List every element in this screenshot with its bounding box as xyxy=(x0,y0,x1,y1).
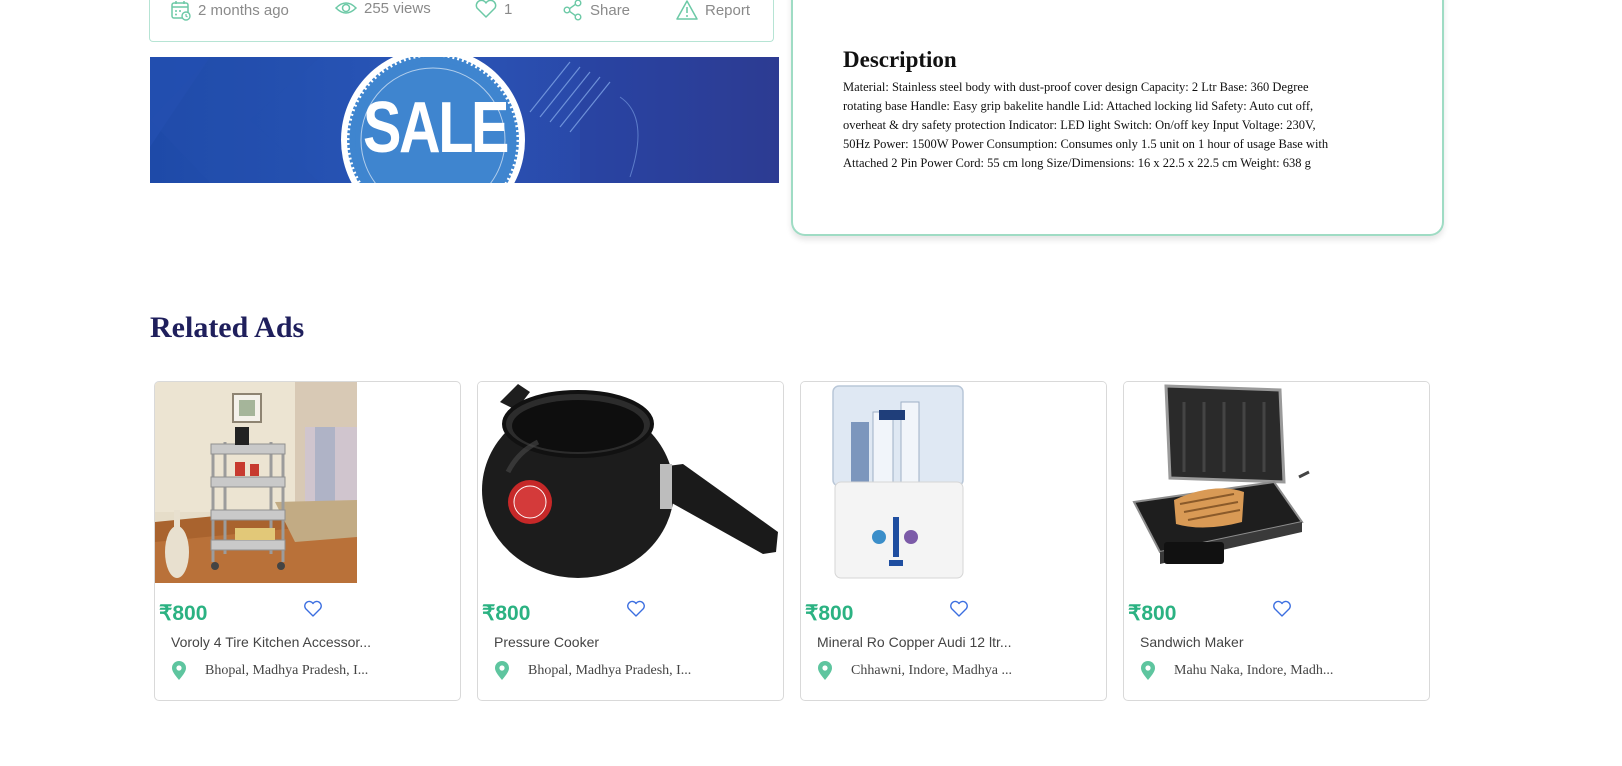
calendar-icon xyxy=(171,1,191,21)
view-count-text: 255 views xyxy=(364,0,431,17)
kitchen-trolley-image[interactable] xyxy=(155,382,357,583)
ad-price: ₹800 xyxy=(1128,602,1177,625)
sale-banner-text: SALE xyxy=(363,88,509,168)
heart-icon[interactable] xyxy=(474,0,498,19)
eye-icon xyxy=(334,2,358,14)
ad-price: ₹800 xyxy=(159,602,208,625)
report-label[interactable]: Report xyxy=(705,2,750,19)
location-pin-icon xyxy=(1141,661,1155,680)
location-pin-icon xyxy=(818,661,832,680)
description-text: Material: Stainless steel body with dust… xyxy=(843,80,1329,170)
ad-card[interactable]: ₹800 Voroly 4 Tire Kitchen Accessor... B… xyxy=(154,381,461,701)
ad-title[interactable]: Voroly 4 Tire Kitchen Accessor... xyxy=(171,634,371,650)
ad-location-text: Bhopal, Madhya Pradesh, I... xyxy=(528,663,692,678)
ad-price: ₹800 xyxy=(805,602,854,625)
ad-location-text: Chhawni, Indore, Madhya ... xyxy=(851,663,1012,678)
posted-date-text: 2 months ago xyxy=(198,1,289,19)
description-card: Description Material: Stainless steel bo… xyxy=(791,0,1444,236)
ad-location: Chhawni, Indore, Madhya ... xyxy=(817,661,1012,681)
ad-title[interactable]: Mineral Ro Copper Audi 12 ltr... xyxy=(817,634,1012,650)
favorite-heart-icon[interactable] xyxy=(626,600,646,618)
share-label[interactable]: Share xyxy=(590,2,630,19)
like-count: 1 xyxy=(504,0,513,18)
location-pin-icon xyxy=(172,661,186,680)
report-button[interactable]: Report xyxy=(675,0,750,21)
related-ads-title: Related Ads xyxy=(150,311,305,344)
ad-card[interactable]: ₹800 Sandwich Maker Mahu Naka, Indore, M… xyxy=(1123,381,1430,701)
like-button[interactable]: 1 xyxy=(474,0,512,19)
water-purifier-image[interactable] xyxy=(801,382,1106,583)
sandwich-maker-image[interactable] xyxy=(1124,382,1429,583)
view-count: 255 views xyxy=(334,0,431,17)
sale-banner[interactable]: SALE xyxy=(150,57,779,183)
share-icon[interactable] xyxy=(562,0,584,21)
ad-location-text: Mahu Naka, Indore, Madh... xyxy=(1174,663,1334,678)
warning-icon[interactable] xyxy=(675,0,699,21)
ad-location: Mahu Naka, Indore, Madh... xyxy=(1140,661,1333,681)
ad-location: Bhopal, Madhya Pradesh, I... xyxy=(171,661,368,681)
posted-date: 2 months ago xyxy=(170,0,289,21)
ad-card[interactable]: ₹800 Pressure Cooker Bhopal, Madhya Prad… xyxy=(477,381,784,701)
ad-location: Bhopal, Madhya Pradesh, I... xyxy=(494,661,691,681)
ad-price: ₹800 xyxy=(482,602,531,625)
ad-card[interactable]: ₹800 Mineral Ro Copper Audi 12 ltr... Ch… xyxy=(800,381,1107,701)
ad-location-text: Bhopal, Madhya Pradesh, I... xyxy=(205,663,369,678)
favorite-heart-icon[interactable] xyxy=(303,600,323,618)
favorite-heart-icon[interactable] xyxy=(949,600,969,618)
ad-meta-bar: 2 months ago 255 views 1 Share Report xyxy=(149,0,774,42)
location-pin-icon xyxy=(495,661,509,680)
share-button[interactable]: Share xyxy=(562,0,630,21)
description-title: Description xyxy=(843,47,957,72)
pressure-cooker-image[interactable] xyxy=(478,382,783,583)
ad-title[interactable]: Sandwich Maker xyxy=(1140,634,1244,650)
ad-title[interactable]: Pressure Cooker xyxy=(494,634,599,650)
favorite-heart-icon[interactable] xyxy=(1272,600,1292,618)
